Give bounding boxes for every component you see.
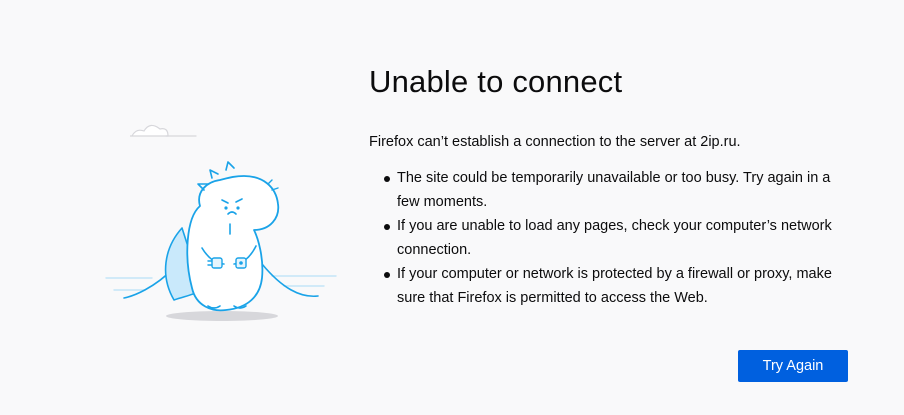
error-reasons-list: The site could be temporarily unavailabl… [369, 166, 855, 310]
error-title: Unable to connect [369, 64, 623, 99]
try-again-button[interactable]: Try Again [738, 350, 848, 382]
list-item: If your computer or network is protected… [384, 262, 855, 310]
error-page: Unable to connect Firefox can’t establis… [0, 0, 904, 415]
unplugged-dinosaur-icon [105, 124, 337, 321]
error-content: Unable to connect Firefox can’t establis… [369, 62, 855, 310]
list-item: If you are unable to load any pages, che… [384, 214, 855, 262]
error-description: Firefox can’t establish a connection to … [369, 134, 741, 150]
list-item: The site could be temporarily unavailabl… [384, 166, 855, 214]
